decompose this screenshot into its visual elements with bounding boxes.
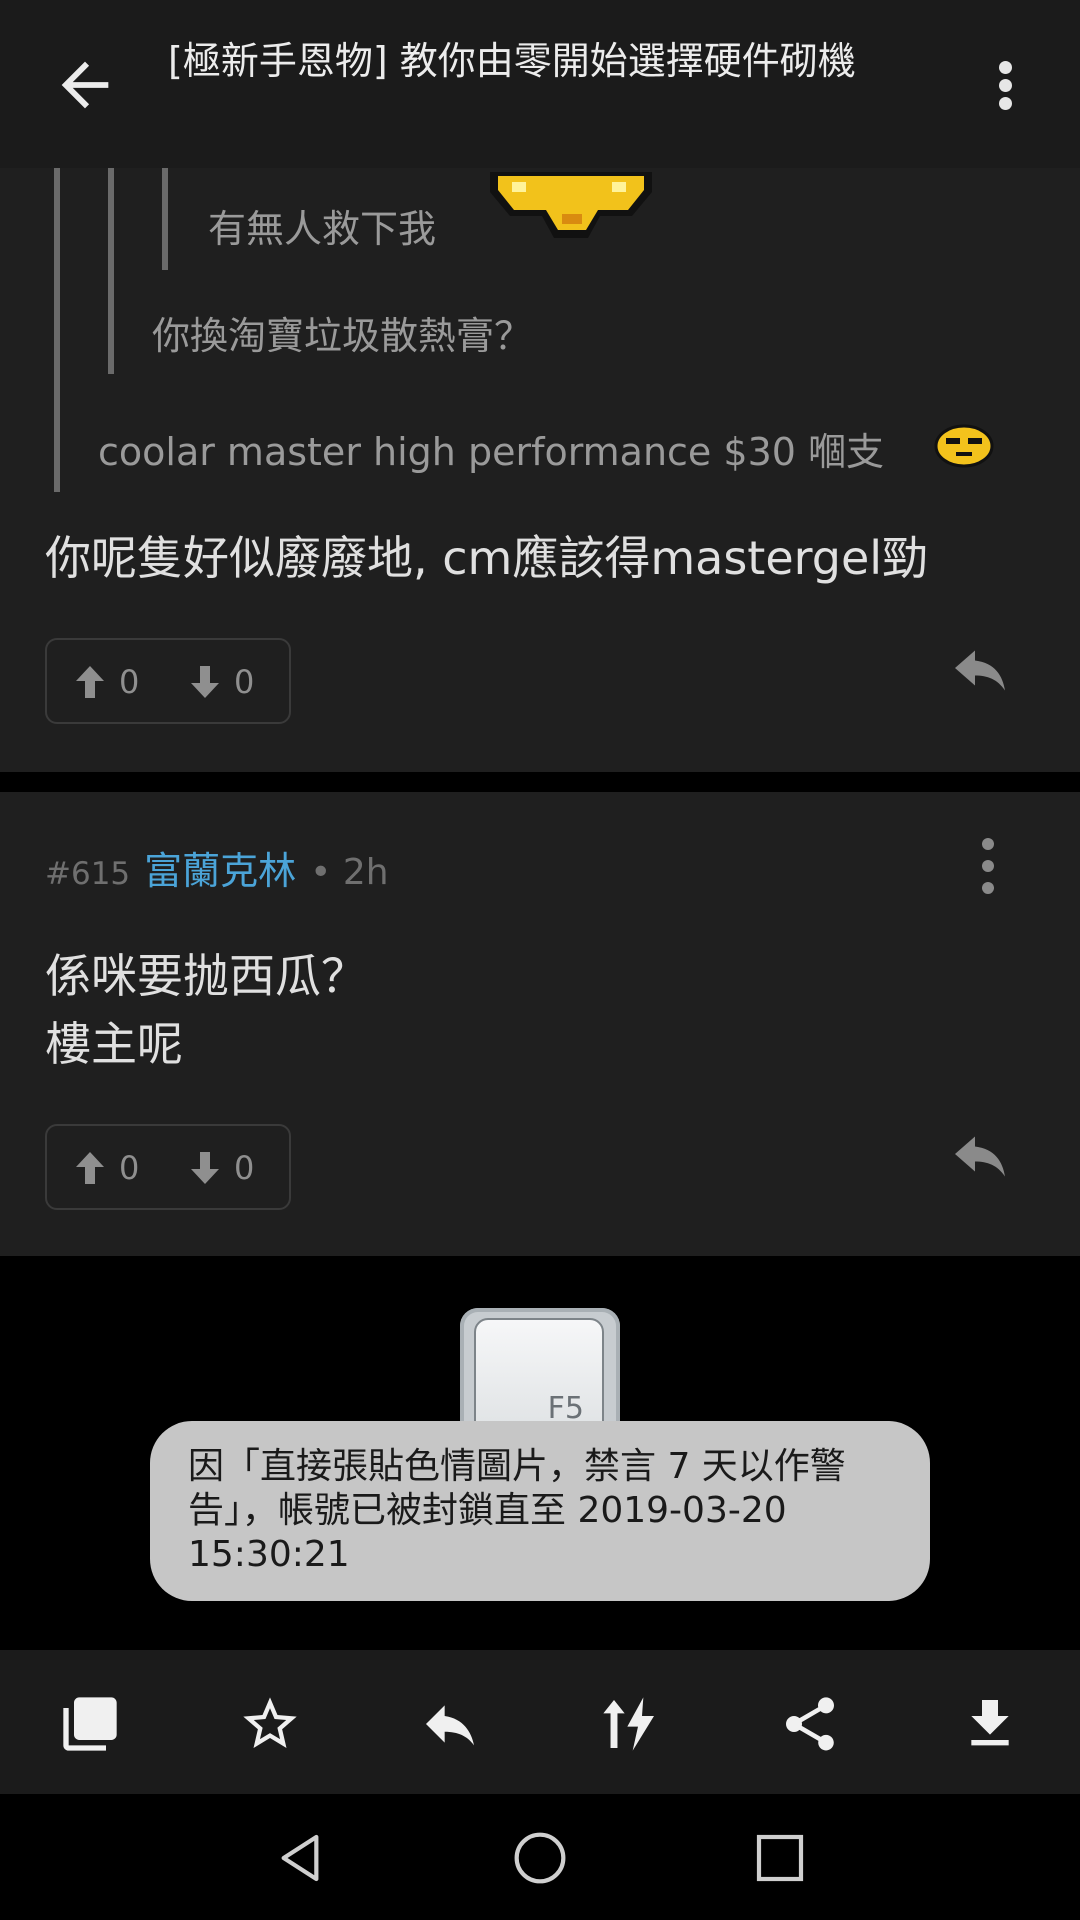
downvote-arrow-icon	[191, 1152, 219, 1184]
author-name[interactable]: 富蘭克林	[144, 840, 296, 895]
quote-bar	[54, 168, 60, 492]
gallery-icon[interactable]	[58, 1692, 122, 1756]
downvote-count: 0	[234, 663, 255, 701]
post-meta: #615 富蘭克林 • 2h	[45, 840, 389, 895]
nav-home-icon[interactable]	[512, 1830, 568, 1886]
post-card: 有無人救下我 你換淘寶垃圾散熱膏？ coolar master high per…	[0, 168, 1080, 772]
quote-bar	[162, 168, 168, 270]
ban-toast: 因「直接張貼色情圖片，禁言 7 天以作警告」，帳號已被封鎖直至 2019-03-…	[150, 1421, 930, 1601]
gold-ingot-emoji-icon	[490, 172, 652, 238]
downvote-arrow-icon	[191, 666, 219, 698]
nav-recents-icon[interactable]	[752, 1830, 808, 1886]
system-nav-bar	[0, 1794, 1080, 1920]
app-bar: [極新手恩物] 教你由零開始選擇硬件砌機	[0, 0, 1080, 168]
smug-face-emoji-icon	[934, 424, 994, 468]
reply-icon[interactable]	[950, 1134, 1010, 1184]
f5-key-face: F5	[474, 1318, 604, 1438]
outer-quote-text: coolar master high performance $30 嗰支	[98, 430, 884, 474]
downvote-button[interactable]: 0	[190, 662, 254, 702]
reply-icon[interactable]	[950, 648, 1010, 698]
upvote-count: 0	[119, 1149, 140, 1187]
upvote-button[interactable]: 0	[75, 662, 139, 702]
post-body-line: 樓主呢	[45, 1017, 183, 1071]
share-icon[interactable]	[778, 1692, 842, 1756]
downvote-count: 0	[234, 1149, 255, 1187]
post-body: 你呢隻好似廢廢地, cm應該得mastergel勁	[45, 531, 929, 585]
page-title: [極新手恩物] 教你由零開始選擇硬件砌機	[168, 39, 856, 83]
bottom-toolbar	[0, 1650, 1080, 1794]
nav-back-icon[interactable]	[272, 1830, 328, 1886]
back-arrow-icon[interactable]	[50, 50, 120, 120]
upvote-arrow-icon	[76, 1152, 104, 1184]
post-overflow-menu-icon[interactable]	[976, 838, 1000, 894]
sort-flash-icon[interactable]	[598, 1692, 662, 1756]
upvote-arrow-icon	[76, 666, 104, 698]
post-time: • 2h	[310, 852, 389, 893]
post-body-line: 係咪要抛西瓜？	[45, 949, 367, 1003]
floor-number: #615	[45, 856, 131, 892]
overflow-menu-icon[interactable]	[990, 55, 1020, 115]
quote-bar	[108, 168, 114, 374]
upvote-button[interactable]: 0	[75, 1148, 139, 1188]
nested-quote-text: 有無人救下我	[208, 207, 437, 251]
post-card: #615 富蘭克林 • 2h 係咪要抛西瓜？ 樓主呢 0 0	[0, 792, 1080, 1256]
vote-box: 0 0	[45, 638, 291, 724]
star-icon[interactable]	[238, 1692, 302, 1756]
download-icon[interactable]	[958, 1692, 1022, 1756]
vote-box: 0 0	[45, 1124, 291, 1210]
upvote-count: 0	[119, 663, 140, 701]
quote-text: 你換淘寶垃圾散熱膏？	[152, 314, 533, 358]
reply-icon[interactable]	[418, 1692, 482, 1756]
downvote-button[interactable]: 0	[190, 1148, 254, 1188]
